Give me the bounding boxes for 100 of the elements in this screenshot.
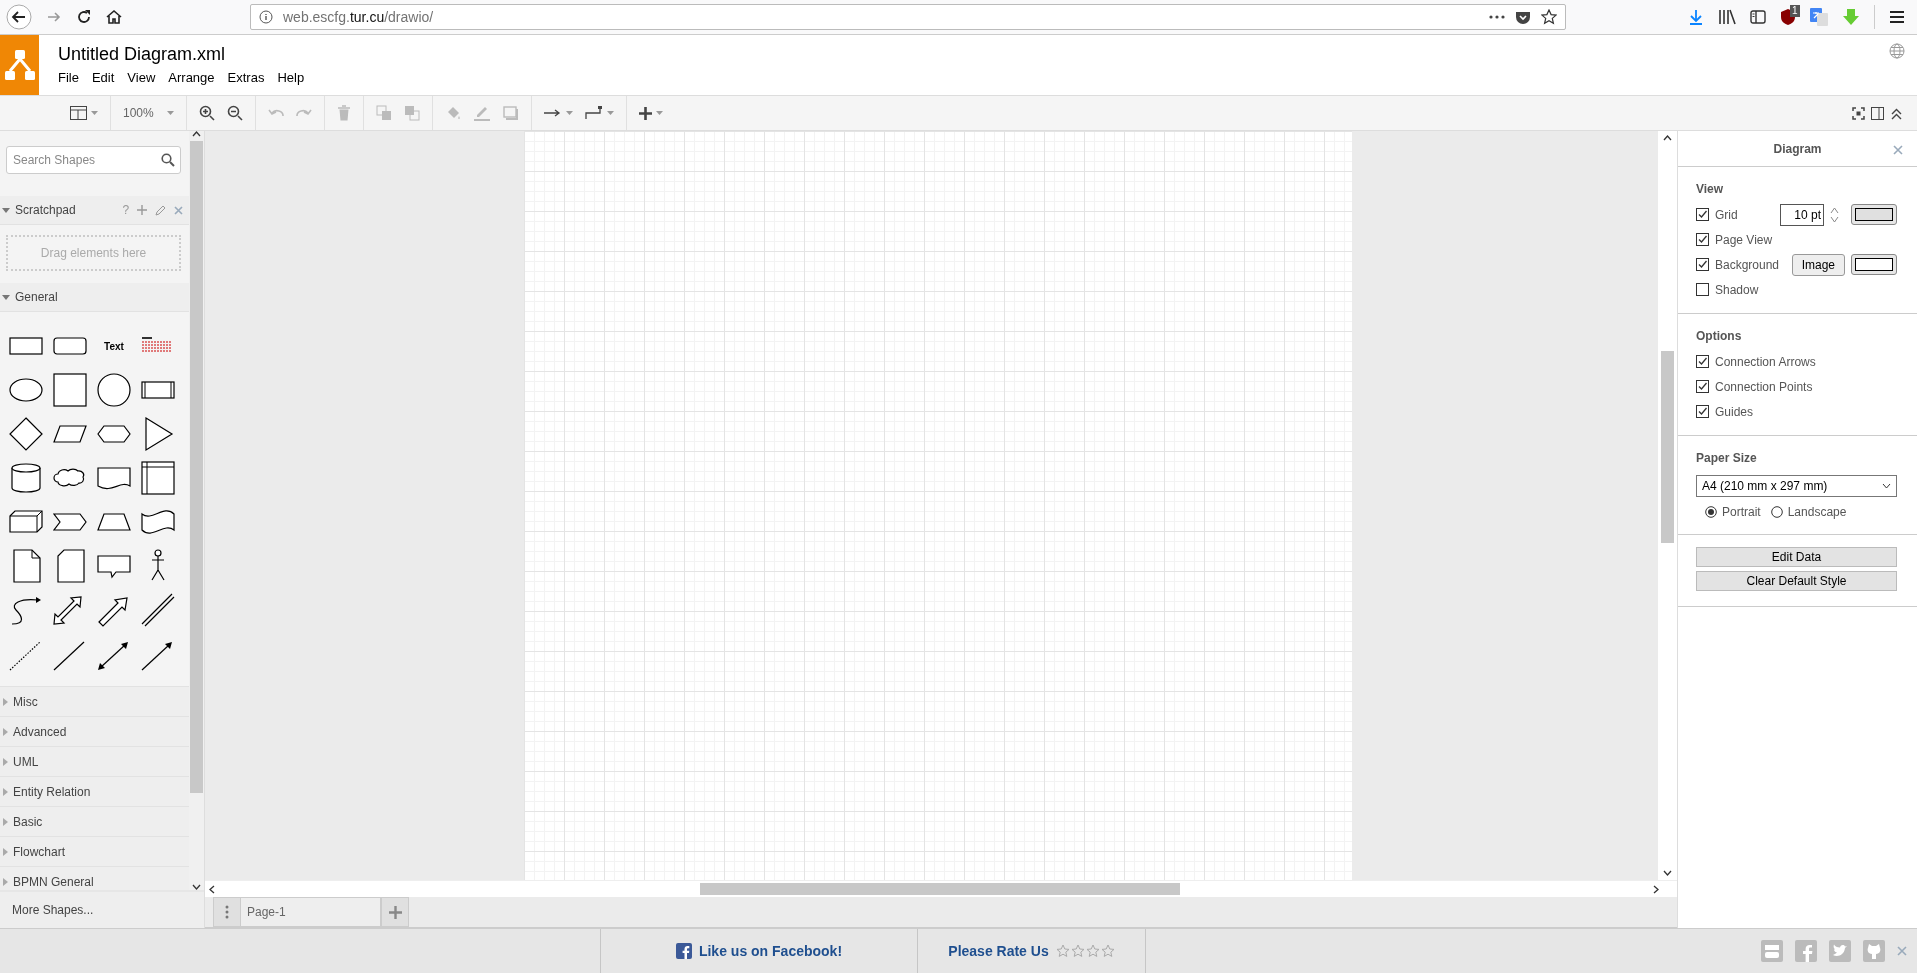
fullscreen-icon[interactable] — [1852, 106, 1865, 120]
menu-icon[interactable] — [1889, 10, 1905, 24]
home-icon[interactable] — [106, 9, 122, 25]
address-bar[interactable]: web.escfg.tur.cu/drawio/ — [250, 4, 1566, 30]
star-icon[interactable] — [1541, 9, 1557, 25]
star-icon[interactable] — [1055, 944, 1070, 958]
caret-icon — [167, 111, 174, 115]
category-header[interactable]: Flowchart — [0, 837, 190, 867]
radio-button[interactable] — [1705, 506, 1717, 518]
option-label: Connection Arrows — [1715, 354, 1817, 369]
download-icon[interactable] — [1688, 9, 1704, 25]
panel-toggle-icon[interactable] — [1871, 106, 1884, 120]
category-header[interactable]: UML — [0, 747, 190, 777]
text-shape[interactable]: Text — [104, 340, 124, 352]
collapse-icon[interactable] — [2, 294, 10, 300]
logo-icon[interactable] — [2, 48, 37, 82]
table-icon[interactable] — [138, 460, 178, 496]
add-page-button[interactable] — [381, 897, 409, 927]
facebook-link[interactable]: Like us on Facebook! — [698, 943, 843, 959]
star-icon[interactable] — [1085, 944, 1100, 958]
grid-color-swatch[interactable] — [1851, 204, 1897, 225]
menu-item[interactable]: Arrange — [168, 70, 223, 85]
square-icon[interactable] — [50, 372, 90, 408]
section-header[interactable]: General — [0, 283, 190, 312]
checkbox[interactable] — [1696, 405, 1709, 418]
menu-item[interactable]: Help — [277, 70, 313, 85]
connection-style-button[interactable] — [544, 108, 573, 118]
collapse-icon[interactable] — [1890, 106, 1903, 120]
caret-icon — [656, 111, 663, 115]
menu-item[interactable]: View — [127, 70, 164, 85]
sidebar-icon[interactable] — [1750, 10, 1766, 24]
paper-size-dropdown[interactable]: A4 (210 mm x 297 mm) — [1696, 475, 1897, 497]
action-button[interactable]: Clear Default Style — [1696, 571, 1897, 591]
page-tab[interactable]: Page-1 — [241, 897, 381, 927]
arrow-icon[interactable] — [544, 108, 562, 118]
category-header[interactable]: Advanced — [0, 717, 190, 747]
add-icon[interactable] — [388, 905, 402, 919]
scroll-down-icon[interactable] — [192, 884, 202, 890]
scrollbar-thumb[interactable] — [1661, 351, 1674, 543]
pocket-icon[interactable] — [1515, 9, 1531, 25]
facebook-icon[interactable] — [675, 943, 692, 959]
star-icon[interactable] — [1100, 944, 1115, 958]
background-color-swatch[interactable] — [1851, 254, 1897, 275]
radio-label: Portrait — [1722, 505, 1761, 519]
document-title[interactable]: Untitled Diagram.xml — [58, 44, 226, 65]
search-field[interactable]: Search Shapes — [6, 146, 182, 174]
spinner-icon[interactable] — [1830, 205, 1839, 224]
menu-item[interactable]: Edit — [91, 70, 123, 85]
scrollbar-thumb[interactable] — [190, 141, 204, 793]
waypoints-button[interactable] — [585, 106, 614, 120]
image-button[interactable]: Image — [1791, 253, 1845, 276]
zoom-in-icon[interactable] — [199, 105, 215, 121]
library-icon[interactable] — [1718, 9, 1736, 25]
reload-icon[interactable] — [76, 9, 92, 25]
star-icon[interactable] — [1070, 944, 1085, 958]
format-toggle-button[interactable] — [70, 106, 98, 120]
circle-icon[interactable] — [94, 372, 134, 408]
action-button[interactable]: Edit Data — [1696, 547, 1897, 567]
scrollbar-thumb[interactable] — [700, 883, 1180, 895]
category-title: Entity Relation — [13, 784, 91, 799]
caret-icon[interactable] — [1882, 483, 1891, 489]
info-icon[interactable] — [259, 10, 273, 24]
layout-icon[interactable] — [70, 106, 87, 120]
elbow-connector-icon[interactable] — [585, 106, 603, 120]
checkbox[interactable] — [1696, 283, 1709, 296]
zoom-out-icon[interactable] — [227, 105, 243, 121]
checkbox[interactable] — [1696, 258, 1709, 271]
checkbox[interactable] — [1696, 380, 1709, 393]
globe-icon[interactable] — [1889, 43, 1905, 59]
section-header[interactable]: Scratchpad ? — [0, 196, 190, 225]
line-color-icon[interactable] — [473, 105, 491, 121]
scroll-down-icon[interactable] — [1663, 870, 1672, 876]
menu-item[interactable]: File — [58, 70, 87, 85]
notification-badge: 1 — [1790, 5, 1800, 17]
menu-item[interactable]: Extras — [227, 70, 273, 85]
back-icon[interactable] — [6, 4, 32, 30]
category-header[interactable]: Basic — [0, 807, 190, 837]
scroll-up-icon[interactable] — [1663, 135, 1672, 141]
category-header[interactable]: BPMN General — [0, 867, 190, 890]
more-shapes-link[interactable]: More Shapes... — [0, 890, 204, 928]
insert-button[interactable] — [639, 106, 663, 120]
more-icon[interactable] — [1489, 15, 1505, 19]
grid-size-field[interactable]: 10 pt — [1780, 203, 1824, 226]
scroll-up-icon[interactable] — [192, 131, 202, 137]
radio-button[interactable] — [1770, 506, 1783, 518]
section-title: Paper Size — [1696, 451, 1758, 465]
plus-icon[interactable] — [639, 106, 652, 120]
category-header[interactable]: Entity Relation — [0, 777, 190, 807]
caret-icon — [607, 111, 614, 115]
scroll-left-icon[interactable] — [209, 884, 215, 894]
category-header[interactable]: Misc — [0, 687, 190, 717]
checkbox[interactable] — [1696, 208, 1709, 221]
rate-link[interactable]: Please Rate Us — [948, 943, 1049, 959]
zoom-dropdown[interactable]: 100% — [123, 106, 174, 120]
category-title: Advanced — [13, 724, 67, 739]
scroll-right-icon[interactable] — [1653, 884, 1659, 894]
checkbox[interactable] — [1696, 355, 1709, 368]
search-icon[interactable] — [161, 153, 176, 167]
checkbox[interactable] — [1696, 233, 1709, 246]
collapse-icon[interactable] — [2, 207, 10, 213]
